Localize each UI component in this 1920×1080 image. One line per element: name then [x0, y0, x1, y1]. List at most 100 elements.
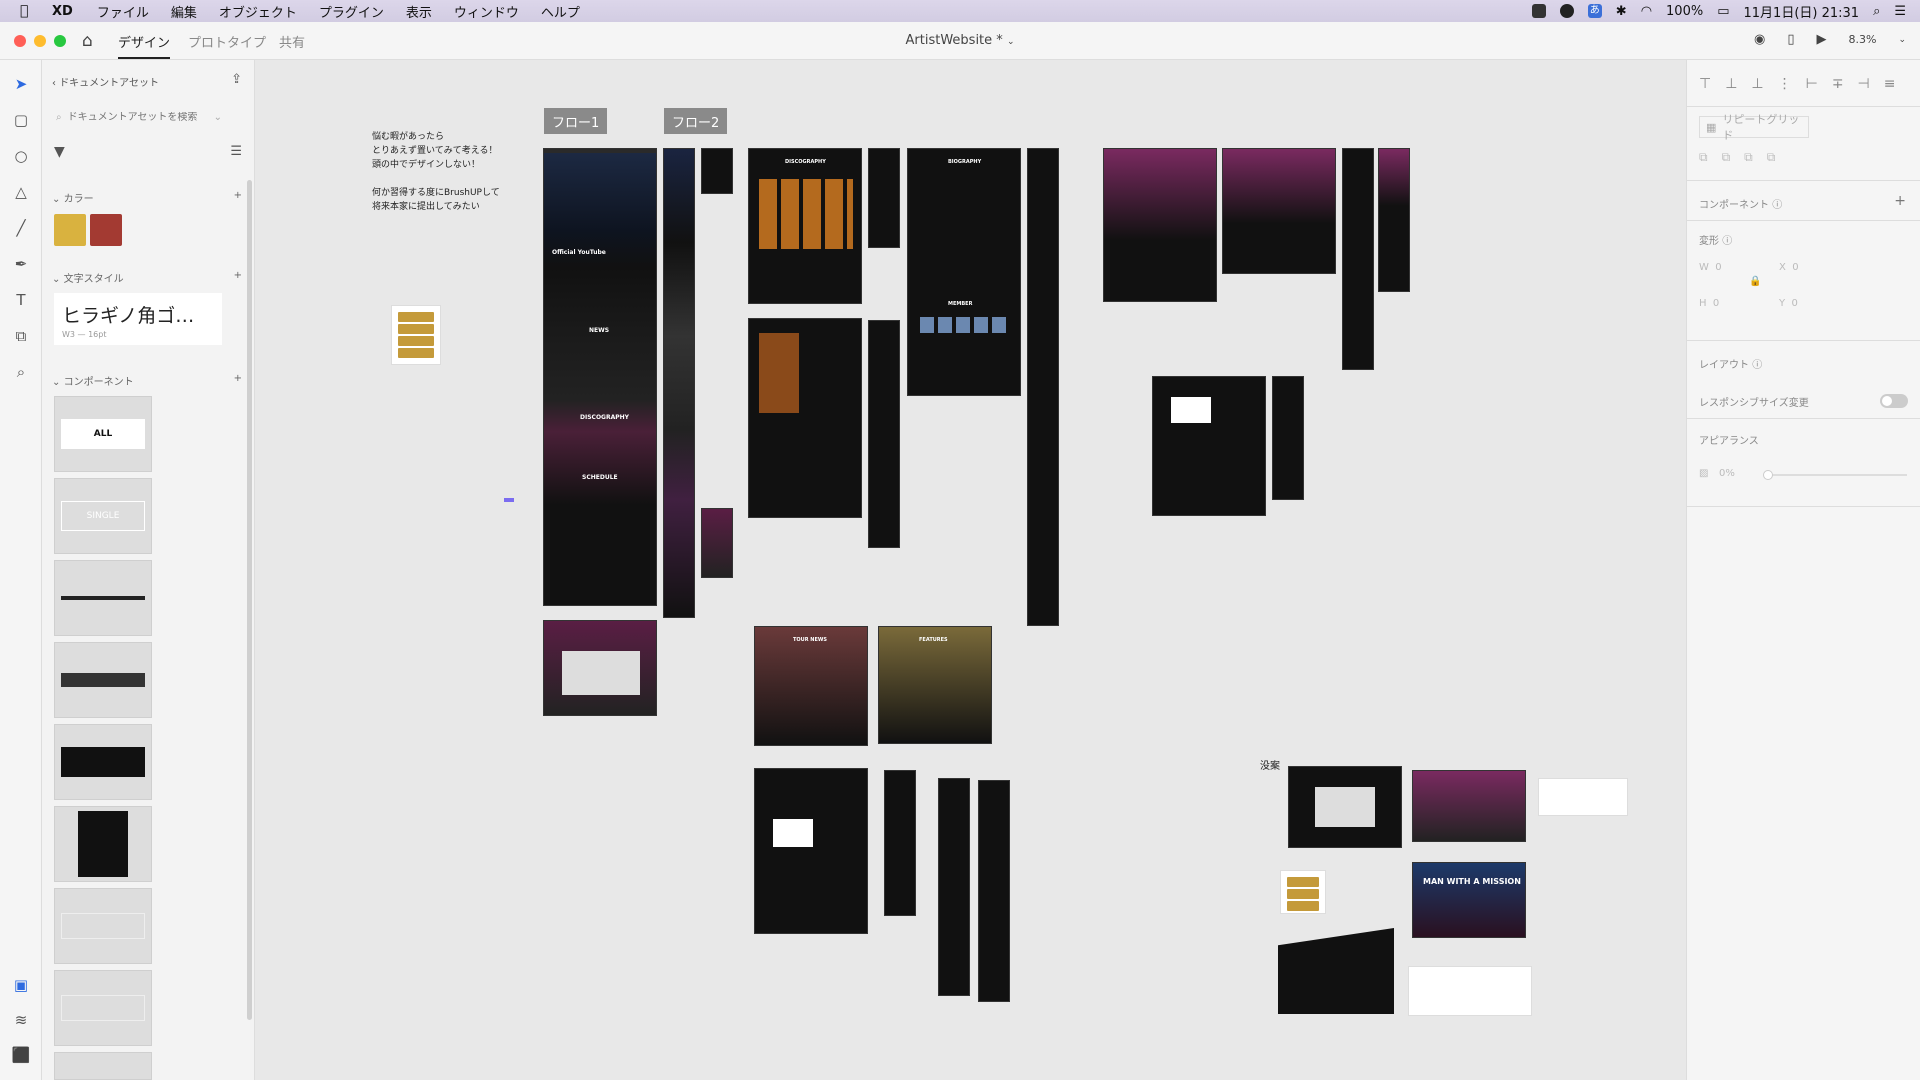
battery-icon[interactable]: ▭ — [1717, 4, 1729, 19]
layers-panel-icon[interactable]: ≋ — [11, 1010, 31, 1030]
intersect-boolean-icon[interactable]: ⧉ — [1744, 150, 1753, 165]
artboard-top-pc[interactable]: Official YouTube NEWS DISCOGRAPHY SCHEDU… — [543, 148, 657, 606]
colors-section-header[interactable]: ⌄ カラー + — [52, 190, 242, 205]
component-logo-bar[interactable] — [54, 642, 152, 718]
flow2-label[interactable]: フロー2 — [664, 108, 728, 134]
plugins-panel-icon[interactable]: ⬛ — [11, 1045, 31, 1065]
component-all[interactable]: ALL — [54, 396, 152, 472]
add-text-style-icon[interactable]: + — [234, 270, 242, 285]
artboard-contact-mobile[interactable] — [884, 770, 916, 916]
menu-view[interactable]: 表示 — [406, 2, 432, 21]
menu-file[interactable]: ファイル — [97, 2, 149, 21]
artboard-features[interactable]: FEATURES — [878, 626, 992, 744]
apple-icon[interactable]:  — [20, 3, 38, 19]
menu-help[interactable]: ヘルプ — [541, 2, 580, 21]
add-component-icon[interactable]: + — [234, 373, 242, 388]
app-menu[interactable]: XD — [52, 4, 73, 19]
opacity-slider[interactable] — [1763, 470, 1907, 480]
subtract-boolean-icon[interactable]: ⧉ — [1722, 150, 1731, 165]
artboard-biography[interactable]: BIOGRAPHY MEMBER — [907, 148, 1021, 396]
align-top-icon[interactable]: ⊤ — [1699, 76, 1711, 92]
info-icon[interactable]: ⓘ — [1722, 236, 1732, 247]
assets-panel-icon[interactable]: ▣ — [11, 975, 31, 995]
clock[interactable]: 11月1日(日) 21:31 — [1744, 2, 1860, 21]
check-icon[interactable] — [1559, 4, 1574, 18]
artboard-disco-detail-mobile[interactable] — [868, 320, 900, 548]
artboard-disco-detail[interactable] — [748, 318, 862, 518]
assets-scrollbar[interactable] — [247, 180, 252, 1020]
info-icon[interactable]: ⓘ — [1752, 360, 1762, 371]
artboard-schedule-mobile[interactable] — [701, 508, 733, 578]
distribute-vertical-icon[interactable]: ⋮ — [1778, 76, 1792, 92]
polygon-tool-icon[interactable]: △ — [11, 182, 31, 202]
artboard-top-mobile[interactable] — [663, 148, 695, 618]
artboard-list-mobile-2[interactable] — [978, 780, 1010, 1002]
document-title[interactable]: ArtistWebsite * — [906, 33, 1003, 48]
artboard-schedule-mobile-2[interactable] — [1342, 148, 1374, 370]
artboard-schedule-mobile-3[interactable] — [1378, 148, 1410, 292]
rejected-color-legend[interactable] — [1408, 966, 1532, 1016]
width-field[interactable]: W 0 — [1699, 262, 1722, 273]
artboard-schedule[interactable] — [1103, 148, 1217, 302]
artboard-discography-mobile[interactable] — [868, 148, 900, 248]
spotlight-search-icon[interactable]: ⌕ — [1873, 4, 1880, 19]
rejected-palette-card[interactable] — [1280, 870, 1326, 914]
add-boolean-icon[interactable]: ⧉ — [1699, 150, 1708, 165]
artboard-modal-mobile[interactable] — [1272, 376, 1304, 500]
device-preview-icon[interactable]: ▯ — [1787, 32, 1794, 47]
align-middle-icon[interactable]: ⊥ — [1725, 76, 1737, 92]
color-swatch-gold[interactable] — [54, 214, 86, 246]
info-icon[interactable]: ⓘ — [1772, 200, 1782, 211]
menu-window[interactable]: ウィンドウ — [454, 2, 519, 21]
play-icon[interactable]: ▶ — [1817, 32, 1827, 47]
assets-search-input[interactable] — [67, 111, 208, 123]
line-tool-icon[interactable]: ╱ — [11, 218, 31, 238]
artboard-tour[interactable]: TOUR NEWS — [754, 626, 868, 746]
filter-icon[interactable]: ▼ — [54, 144, 65, 160]
component-empty-1[interactable] — [54, 888, 152, 964]
menu-plugins[interactable]: プラグイン — [319, 2, 384, 21]
bluetooth-icon[interactable]: ✱ — [1616, 4, 1627, 19]
flow1-label[interactable]: フロー1 — [544, 108, 608, 134]
component-partial[interactable] — [54, 1052, 152, 1080]
opacity-slider-handle[interactable] — [1763, 470, 1773, 480]
artboard-modal[interactable] — [1152, 376, 1266, 516]
align-right-icon[interactable]: ⊣ — [1858, 76, 1870, 92]
artboard-biography-mobile[interactable] — [1027, 148, 1059, 626]
component-single[interactable]: SINGLE — [54, 478, 152, 554]
distribute-horizontal-icon[interactable]: ≡ — [1884, 76, 1896, 92]
zoom-dropdown-icon[interactable]: ⌄ — [1898, 35, 1906, 45]
repeat-grid-button[interactable]: ▦ リピートグリッド — [1699, 113, 1809, 142]
input-method-icon[interactable]: あ — [1587, 4, 1602, 18]
export-icon[interactable]: ⇪ — [231, 72, 242, 87]
component-footer-mobile[interactable] — [54, 806, 152, 882]
component-footer[interactable] — [54, 724, 152, 800]
height-field[interactable]: H 0 — [1699, 298, 1719, 309]
artboard-rejected-youtube[interactable] — [1288, 766, 1402, 848]
align-bottom-icon[interactable]: ⊥ — [1751, 76, 1763, 92]
select-tool-icon[interactable]: ➤ — [11, 74, 31, 94]
rejected-note-card[interactable] — [1538, 778, 1628, 816]
artboard-schedule-2[interactable] — [1222, 148, 1336, 274]
text-styles-section-header[interactable]: ⌄ 文字スタイル + — [52, 270, 242, 285]
canvas-note[interactable]: 悩む暇があったら とりあえず置いてみて考える！ 頭の中でデザインしない！ 何か習… — [372, 130, 500, 214]
artboard-schedule-pc[interactable] — [543, 620, 657, 716]
rectangle-tool-icon[interactable]: ▢ — [11, 110, 31, 130]
canvas[interactable]: フロー1 フロー2 悩む暇があったら とりあえず置いてみて考える！ 頭の中でデザ… — [256, 60, 1686, 1080]
pen-tool-icon[interactable]: ✒ — [11, 254, 31, 274]
artboard-list-mobile[interactable] — [938, 778, 970, 996]
component-empty-2[interactable] — [54, 970, 152, 1046]
color-swatch-red[interactable] — [90, 214, 122, 246]
wifi-icon[interactable]: ◠ — [1641, 4, 1652, 19]
artboard-contact[interactable] — [754, 768, 868, 934]
y-field[interactable]: Y 0 — [1779, 298, 1798, 309]
search-dropdown-icon[interactable]: ⌄ — [214, 112, 222, 123]
component-header[interactable] — [54, 560, 152, 636]
add-color-icon[interactable]: + — [234, 190, 242, 205]
menu-edit[interactable]: 編集 — [171, 2, 197, 21]
zoom-tool-icon[interactable]: ⌕ — [11, 362, 31, 382]
user-icon[interactable]: ◉ — [1754, 32, 1765, 47]
selection-handle[interactable] — [504, 498, 514, 502]
text-style-item[interactable]: ヒラギノ角ゴ… W3 — 16pt — [54, 293, 222, 345]
zoom-level[interactable]: 8.3% — [1849, 33, 1877, 46]
